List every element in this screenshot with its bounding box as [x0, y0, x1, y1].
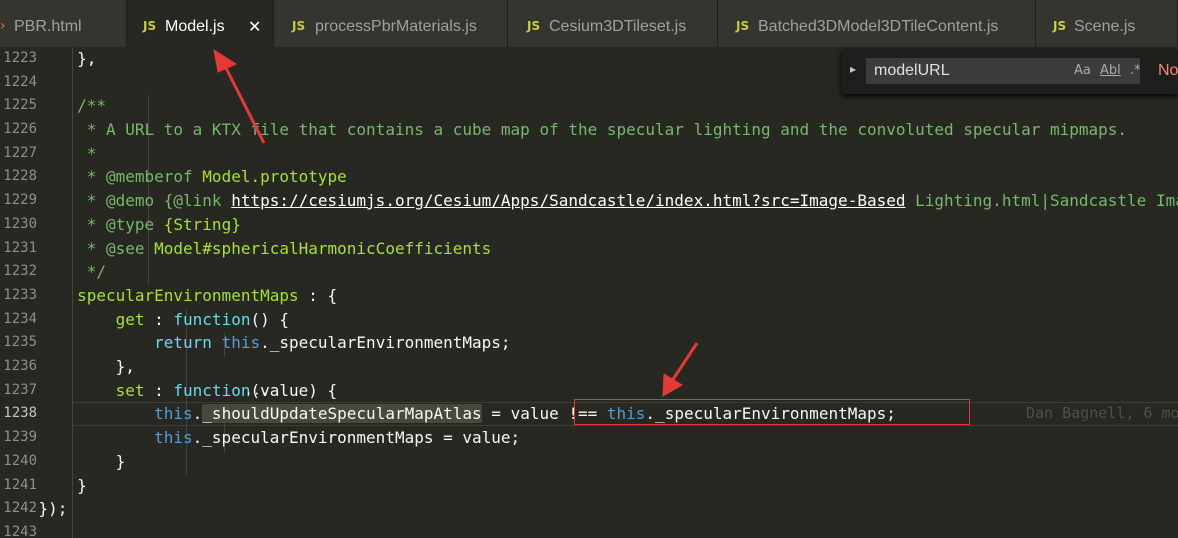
annotation-arrow — [213, 48, 266, 144]
annotation-arrow — [662, 342, 699, 397]
annotation-arrows — [213, 48, 699, 397]
